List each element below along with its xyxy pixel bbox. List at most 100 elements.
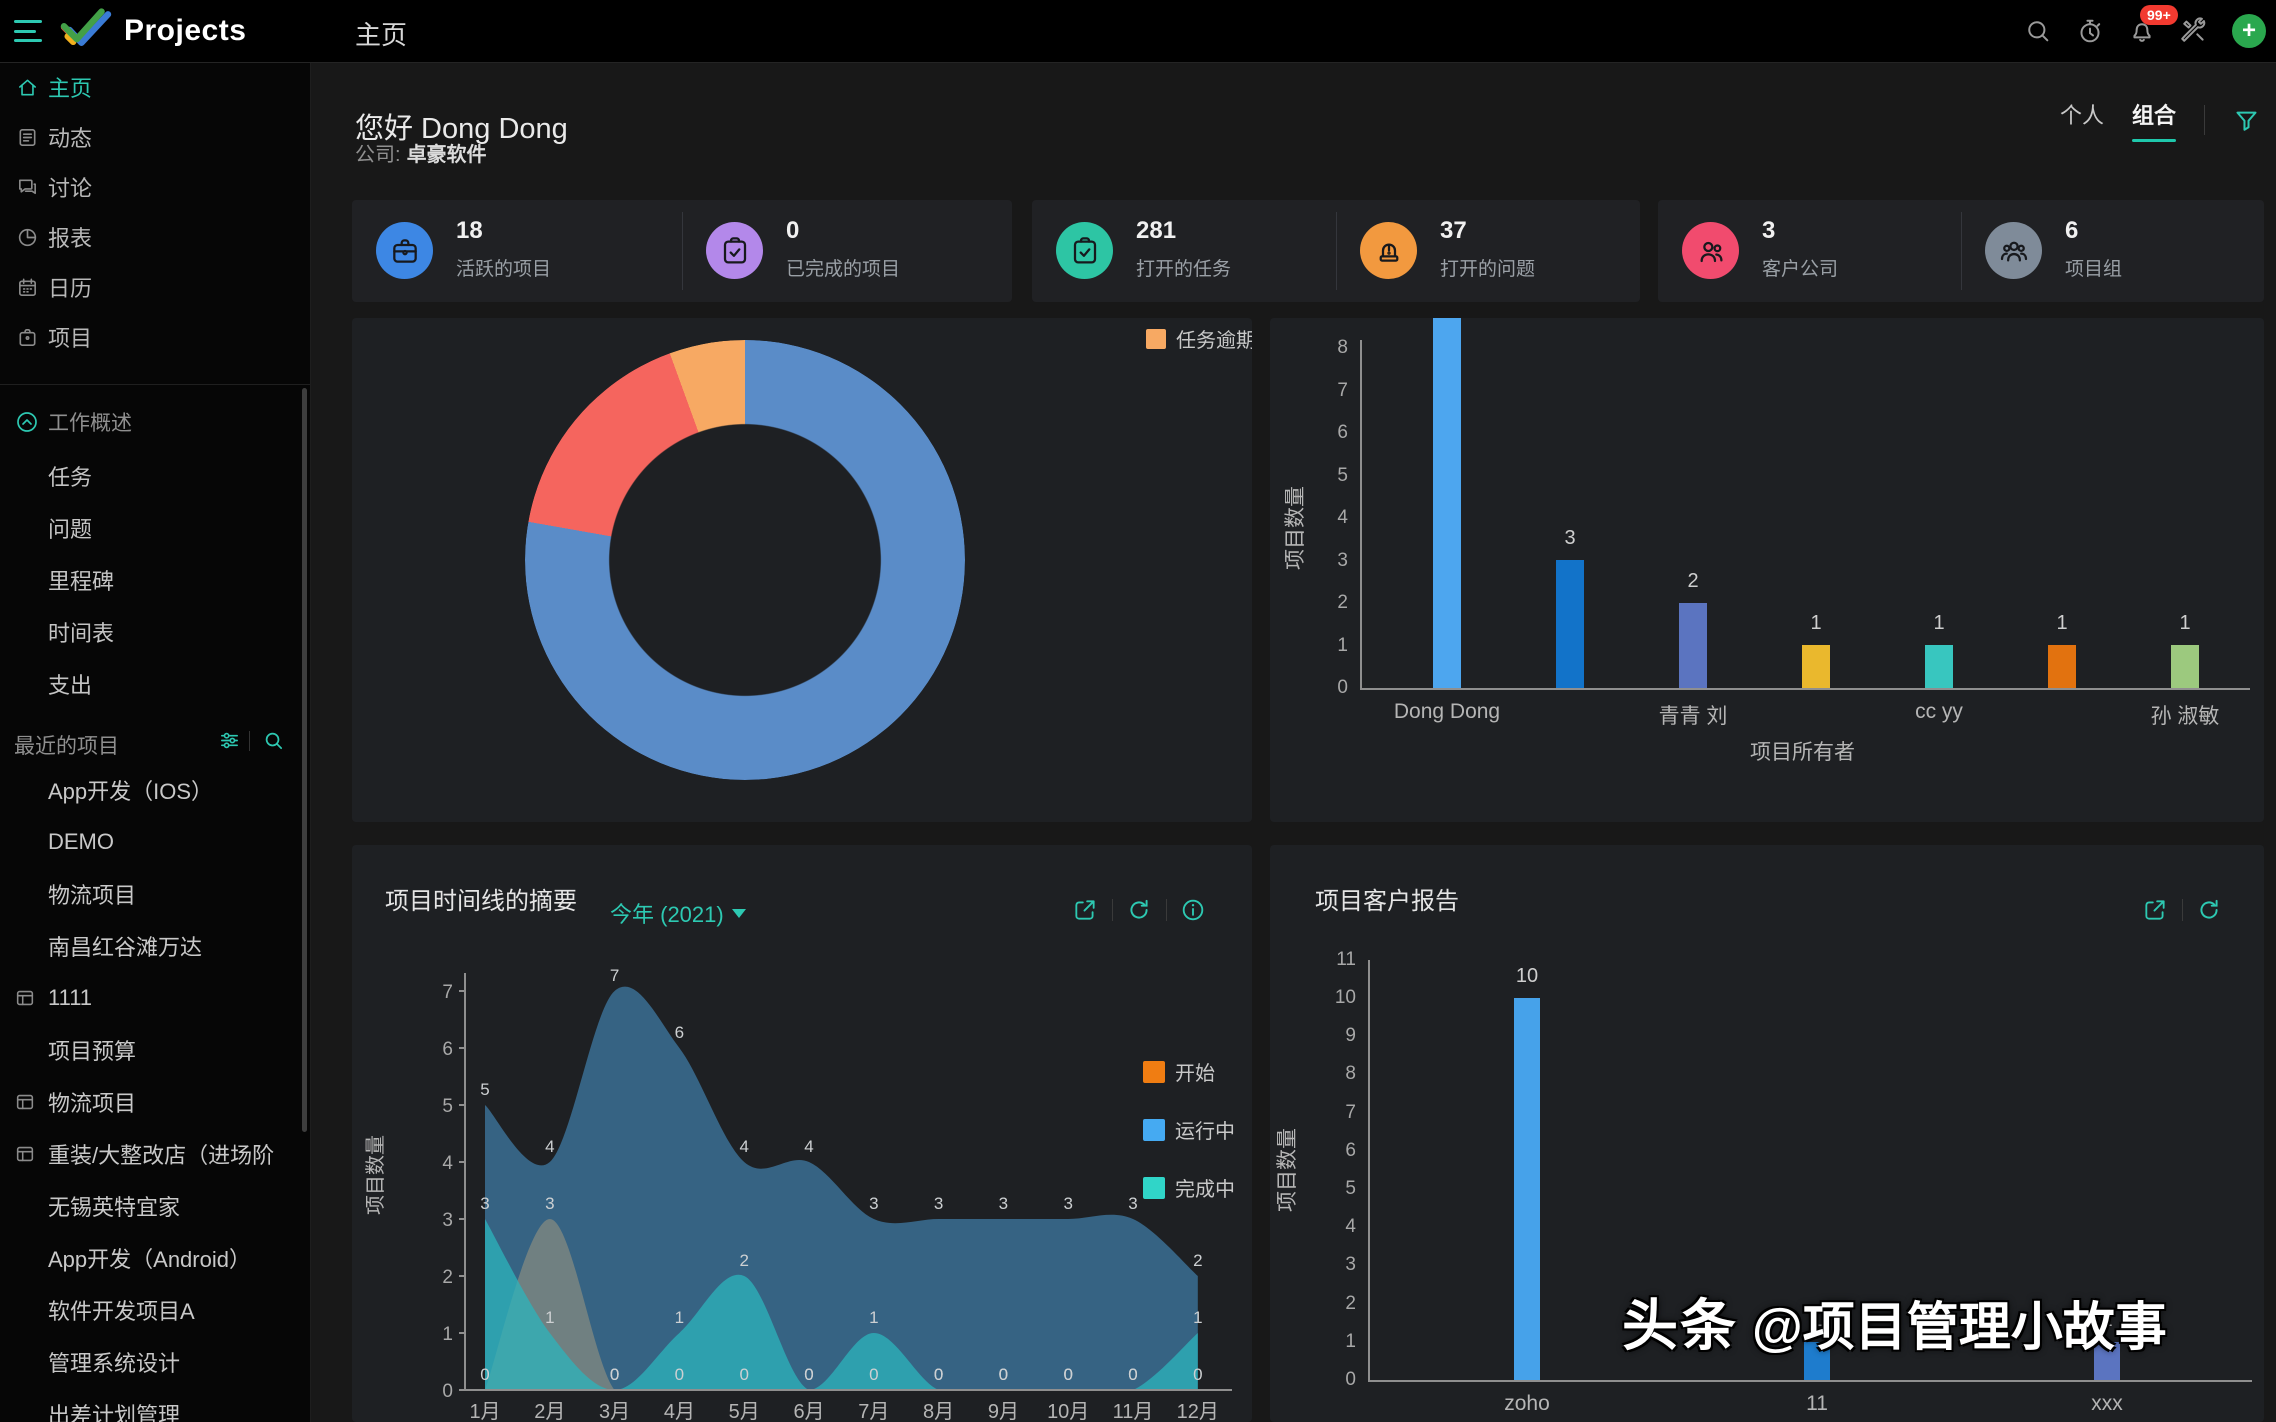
svg-text:11月: 11月	[1113, 1401, 1154, 1422]
x-category-label: 青青 刘	[1603, 700, 1783, 730]
sidebar-recent-project[interactable]: 南昌红谷滩万达	[0, 920, 310, 972]
recent-project-label: App开发（Android）	[48, 1242, 251, 1274]
svg-text:1: 1	[869, 1308, 878, 1327]
sidebar-item-calendar[interactable]: 日历	[0, 262, 310, 312]
sidebar-subitem[interactable]: 任务	[0, 450, 310, 502]
bar	[1679, 603, 1707, 688]
y-tick-label: 1	[1296, 635, 1348, 657]
sidebar-recent-project[interactable]: 1111	[0, 972, 310, 1024]
sidebar-recent-project[interactable]: App开发（IOS）	[0, 764, 310, 816]
panel-customer-report: 项目客户报告 0123456789101110zoho1111xxx项目数量 头…	[1270, 845, 2264, 1422]
y-tick-label: 8	[1296, 337, 1348, 359]
sidebar-item-projects[interactable]: 项目	[0, 312, 310, 362]
x-axis	[1360, 688, 2250, 690]
sidebar-item-label: 日历	[48, 271, 92, 303]
sidebar-subitem[interactable]: 支出	[0, 658, 310, 710]
y-tick-label: 10	[1304, 987, 1356, 1009]
recent-project-label: 1111	[48, 985, 92, 1011]
bell-icon[interactable]: 99+	[2128, 17, 2156, 45]
page-title: 主页	[355, 15, 407, 52]
stat-card[interactable]: 281 打开的任务	[1032, 200, 1336, 302]
sidebar-section-work-overview[interactable]: 工作概述	[0, 398, 310, 446]
stat-card[interactable]: 0已完成的项目	[682, 200, 1012, 302]
sidebar-recent-project[interactable]: 物流项目	[0, 868, 310, 920]
calendar-icon	[16, 276, 39, 299]
chevron-up-circle-icon	[15, 410, 39, 434]
donut-legend[interactable]: 任务逾期	[1146, 324, 1252, 353]
bar	[1802, 645, 1830, 688]
divider	[1336, 212, 1337, 290]
divider	[2204, 105, 2205, 135]
sidebar-recent-project[interactable]: 物流项目	[0, 1076, 310, 1128]
y-tick-label: 11	[1304, 949, 1356, 971]
svg-text:5月: 5月	[729, 1401, 760, 1422]
x-category-label: 11	[1727, 1392, 1907, 1416]
sidebar-item-reports[interactable]: 报表	[0, 212, 310, 262]
svg-text:0: 0	[739, 1365, 748, 1384]
logo-row: Projects	[0, 0, 310, 62]
stat-label: 打开的任务	[1136, 254, 1231, 281]
alarm-icon	[1360, 222, 1417, 279]
search-icon[interactable]	[2024, 17, 2052, 45]
sidebar-recent-project[interactable]: 管理系统设计	[0, 1336, 310, 1388]
stat-card[interactable]: 6项目组	[1961, 200, 2264, 302]
plus-icon[interactable]: +	[2232, 14, 2266, 48]
x-axis	[1368, 1380, 2252, 1382]
svg-text:4: 4	[739, 1137, 748, 1156]
section-label: 最近的项目	[14, 730, 119, 760]
search-projects-icon[interactable]	[262, 729, 285, 752]
hamburger-menu-icon[interactable]	[14, 20, 44, 42]
sidebar-item-discuss[interactable]: 讨论	[0, 162, 310, 212]
tab-portfolio[interactable]: 组合	[2132, 98, 2176, 142]
donut-chart	[525, 340, 965, 780]
sidebar-scrollbar[interactable]	[302, 388, 307, 1132]
svg-text:0: 0	[442, 1381, 453, 1402]
stat-label: 客户公司	[1762, 254, 1838, 281]
svg-text:2: 2	[1193, 1251, 1202, 1270]
x-category-label: 孙 淑敏	[2095, 700, 2264, 730]
project-board-icon	[14, 1091, 36, 1113]
svg-text:5: 5	[442, 1096, 453, 1117]
y-tick-label: 5	[1296, 465, 1348, 487]
tab-personal[interactable]: 个人	[2060, 98, 2104, 142]
sidebar-recent-project[interactable]: DEMO	[0, 816, 310, 868]
sidebar-subitem[interactable]: 里程碑	[0, 554, 310, 606]
stat-card[interactable]: 3 客户公司	[1658, 200, 1961, 302]
svg-text:项目数量: 项目数量	[364, 1135, 387, 1215]
sidebar-recent-project[interactable]: 无锡英特宜家	[0, 1180, 310, 1232]
sidebar-item-home[interactable]: 主页	[0, 62, 310, 112]
reports-icon	[16, 226, 39, 249]
bar-value-label: 1	[2027, 612, 2097, 635]
stat-card[interactable]: 37打开的问题	[1336, 200, 1640, 302]
sidebar: 主页动态讨论报表日历项目 工作概述 任务问题里程碑时间表支出 最近的项目 App…	[0, 62, 311, 1422]
sidebar-subitem[interactable]: 时间表	[0, 606, 310, 658]
svg-text:0: 0	[480, 1365, 489, 1384]
stat-value: 281	[1136, 217, 1176, 245]
timer-icon[interactable]	[2076, 17, 2104, 45]
recent-project-label: 项目预算	[48, 1034, 136, 1066]
sidebar-recent-project[interactable]: 重装/大整改店（进场阶	[0, 1128, 310, 1180]
sidebar-section-recent-projects: 最近的项目	[0, 722, 310, 762]
projects-icon	[16, 326, 39, 349]
funnel-icon[interactable]	[2233, 107, 2260, 134]
svg-text:1: 1	[1193, 1308, 1202, 1327]
sliders-icon[interactable]	[218, 729, 241, 752]
svg-text:1: 1	[545, 1308, 554, 1327]
sidebar-item-label: 讨论	[48, 171, 92, 203]
sidebar-recent-project[interactable]: App开发（Android）	[0, 1232, 310, 1284]
tools-icon[interactable]	[2180, 17, 2208, 45]
watermark-handle: @项目管理小故事	[1752, 1299, 2167, 1357]
sidebar-item-feed[interactable]: 动态	[0, 112, 310, 162]
svg-text:4: 4	[442, 1153, 453, 1174]
sidebar-recent-projects: App开发（IOS）DEMO物流项目南昌红谷滩万达1111项目预算物流项目重装/…	[0, 764, 310, 1422]
x-category-label: xxx	[2017, 1392, 2197, 1416]
sidebar-recent-project[interactable]: 项目预算	[0, 1024, 310, 1076]
stat-card[interactable]: 18活跃的项目	[352, 200, 682, 302]
stat-label: 已完成的项目	[786, 254, 900, 281]
stat-value: 3	[1762, 217, 1775, 245]
sidebar-work-items: 任务问题里程碑时间表支出	[0, 450, 310, 710]
sidebar-recent-project[interactable]: 出差计划管理	[0, 1388, 310, 1422]
project-board-icon	[14, 987, 36, 1009]
sidebar-subitem[interactable]: 问题	[0, 502, 310, 554]
sidebar-recent-project[interactable]: 软件开发项目A	[0, 1284, 310, 1336]
